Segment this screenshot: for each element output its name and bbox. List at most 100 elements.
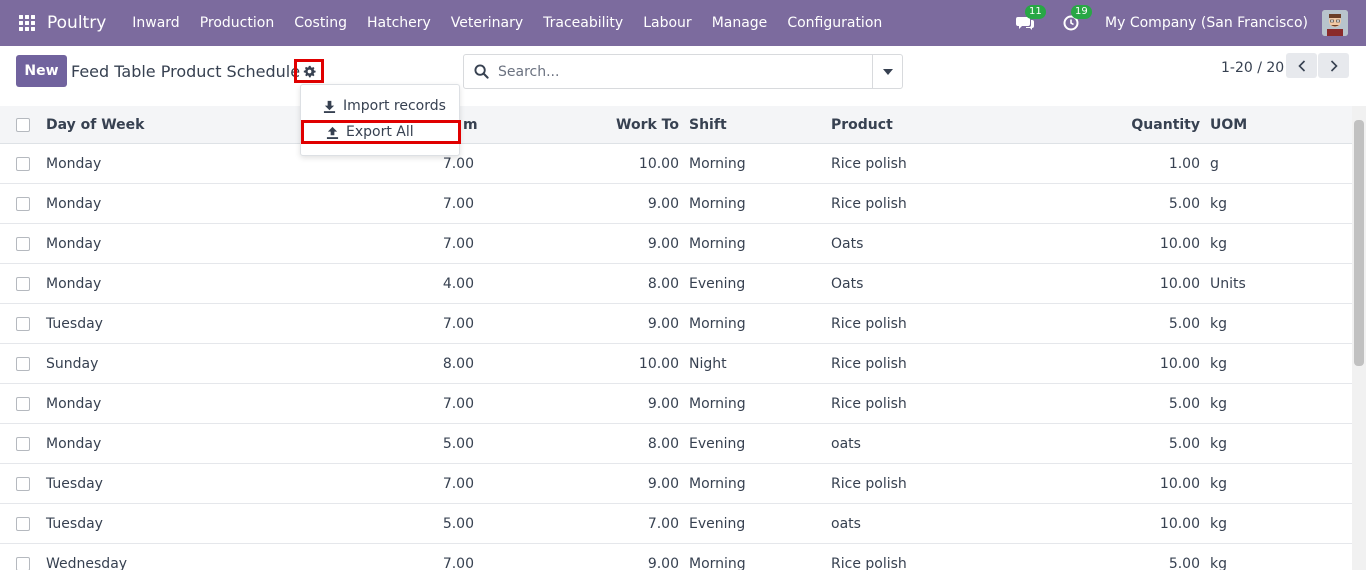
cell-product: Rice polish: [831, 395, 907, 412]
cell-shift: Morning: [689, 235, 746, 252]
cell-uom: kg: [1210, 515, 1227, 532]
cell-quantity: 5.00: [1168, 315, 1200, 332]
cell-work-to: 7.00: [647, 515, 679, 532]
cell-shift: Evening: [689, 515, 746, 532]
cell-work-to: 9.00: [647, 195, 679, 212]
actions-gear-button[interactable]: [294, 59, 324, 83]
scrollbar-thumb[interactable]: [1354, 120, 1364, 366]
chevron-left-icon: [1297, 59, 1305, 72]
search-options-toggle[interactable]: [872, 55, 902, 88]
top-navbar: Poultry Inward Production Costing Hatche…: [0, 0, 1366, 46]
menu-configuration[interactable]: Configuration: [777, 15, 892, 31]
header-product[interactable]: Product: [831, 106, 893, 143]
cell-work-to: 10.00: [638, 355, 679, 372]
menu-inward[interactable]: Inward: [122, 15, 189, 31]
cell-quantity: 5.00: [1168, 555, 1200, 570]
row-checkbox[interactable]: [16, 237, 30, 251]
row-checkbox[interactable]: [16, 397, 30, 411]
table-row[interactable]: Monday 7.00 9.00 Morning Rice polish 5.00 kg: [0, 384, 1352, 424]
cell-work-to: 8.00: [647, 435, 679, 452]
select-all-checkbox[interactable]: [16, 118, 30, 132]
cell-day: Monday: [46, 395, 102, 412]
user-avatar[interactable]: [1322, 10, 1348, 36]
table-row[interactable]: Wednesday 7.00 9.00 Morning Rice polish 5.00 k…: [0, 544, 1352, 570]
table-row[interactable]: Monday 5.00 8.00 Evening oats 5.00 kg: [0, 424, 1352, 464]
company-switcher[interactable]: My Company (San Francisco): [1105, 15, 1308, 31]
search-input[interactable]: Search...: [498, 64, 872, 80]
cell-work-to: 10.00: [638, 155, 679, 172]
control-panel: New Feed Table Product Schedule Search..…: [0, 46, 1366, 106]
cell-work-from: 4.00: [442, 275, 474, 292]
menu-manage[interactable]: Manage: [702, 15, 778, 31]
menu-costing[interactable]: Costing: [284, 15, 357, 31]
table-row[interactable]: Tuesday 5.00 7.00 Evening oats 10.00 kg: [0, 504, 1352, 544]
activities-badge: 19: [1071, 5, 1092, 19]
import-records-label: Import records: [343, 98, 446, 114]
vertical-scrollbar[interactable]: [1352, 106, 1366, 570]
table-row[interactable]: Sunday 8.00 10.00 Night Rice polish 10.00 kg: [0, 344, 1352, 384]
pager-next-button[interactable]: [1318, 53, 1349, 78]
cell-quantity: 1.00: [1168, 155, 1200, 172]
cell-shift: Morning: [689, 155, 746, 172]
row-checkbox[interactable]: [16, 197, 30, 211]
export-all-item[interactable]: Export All: [301, 120, 461, 144]
table-row[interactable]: Tuesday 7.00 9.00 Morning Rice polish 10.00 kg: [0, 464, 1352, 504]
row-checkbox[interactable]: [16, 277, 30, 291]
table-row[interactable]: Monday 7.00 9.00 Morning Rice polish 5.00 kg: [0, 184, 1352, 224]
row-checkbox[interactable]: [16, 437, 30, 451]
row-checkbox[interactable]: [16, 477, 30, 491]
table-row[interactable]: Tuesday 7.00 9.00 Morning Rice polish 5.00 kg: [0, 304, 1352, 344]
row-checkbox[interactable]: [16, 357, 30, 371]
cell-uom: kg: [1210, 315, 1227, 332]
menu-veterinary[interactable]: Veterinary: [441, 15, 533, 31]
cell-day: Monday: [46, 155, 102, 172]
cell-product: Rice polish: [831, 555, 907, 570]
apps-menu-icon[interactable]: [19, 15, 35, 31]
cell-quantity: 10.00: [1159, 355, 1200, 372]
header-work-from[interactable]: m: [463, 106, 478, 143]
cell-work-from: 7.00: [442, 475, 474, 492]
cell-product: Rice polish: [831, 315, 907, 332]
header-day-of-week[interactable]: Day of Week: [46, 106, 144, 143]
activities-button[interactable]: 19: [1059, 5, 1092, 35]
cell-product: Rice polish: [831, 195, 907, 212]
cell-day: Sunday: [46, 355, 99, 372]
messages-button[interactable]: 11: [1013, 5, 1046, 35]
header-uom[interactable]: UOM: [1210, 106, 1247, 143]
row-checkbox[interactable]: [16, 557, 30, 570]
menu-hatchery[interactable]: Hatchery: [357, 15, 441, 31]
cell-product: Oats: [831, 235, 864, 252]
row-checkbox[interactable]: [16, 317, 30, 331]
table-row[interactable]: Monday 4.00 8.00 Evening Oats 10.00 Units: [0, 264, 1352, 304]
table-row[interactable]: Monday 7.00 10.00 Morning Rice polish 1.00 g: [0, 144, 1352, 184]
new-button[interactable]: New: [16, 55, 67, 87]
search-bar[interactable]: Search...: [463, 54, 903, 89]
pager-value[interactable]: 1-20 / 20: [1221, 60, 1284, 76]
app-brand[interactable]: Poultry: [47, 13, 106, 33]
cell-day: Monday: [46, 435, 102, 452]
cell-work-from: 7.00: [442, 395, 474, 412]
table-row[interactable]: Monday 7.00 9.00 Morning Oats 10.00 kg: [0, 224, 1352, 264]
import-records-item[interactable]: Import records: [301, 94, 461, 118]
menu-labour[interactable]: Labour: [633, 15, 701, 31]
cell-work-from: 8.00: [442, 355, 474, 372]
cell-work-to: 9.00: [647, 395, 679, 412]
row-checkbox[interactable]: [16, 157, 30, 171]
cell-uom: g: [1210, 155, 1219, 172]
cell-product: Oats: [831, 275, 864, 292]
cell-uom: kg: [1210, 195, 1227, 212]
row-checkbox[interactable]: [16, 517, 30, 531]
header-quantity[interactable]: Quantity: [1080, 106, 1200, 143]
cell-shift: Morning: [689, 195, 746, 212]
cell-work-from: 7.00: [442, 195, 474, 212]
cell-product: Rice polish: [831, 155, 907, 172]
cell-quantity: 10.00: [1159, 515, 1200, 532]
menu-production[interactable]: Production: [190, 15, 284, 31]
pager-previous-button[interactable]: [1286, 53, 1317, 78]
header-work-to[interactable]: Work To: [560, 106, 679, 143]
menu-traceability[interactable]: Traceability: [533, 15, 633, 31]
cell-quantity: 10.00: [1159, 475, 1200, 492]
cell-shift: Evening: [689, 275, 746, 292]
cell-uom: kg: [1210, 235, 1227, 252]
header-shift[interactable]: Shift: [689, 106, 727, 143]
